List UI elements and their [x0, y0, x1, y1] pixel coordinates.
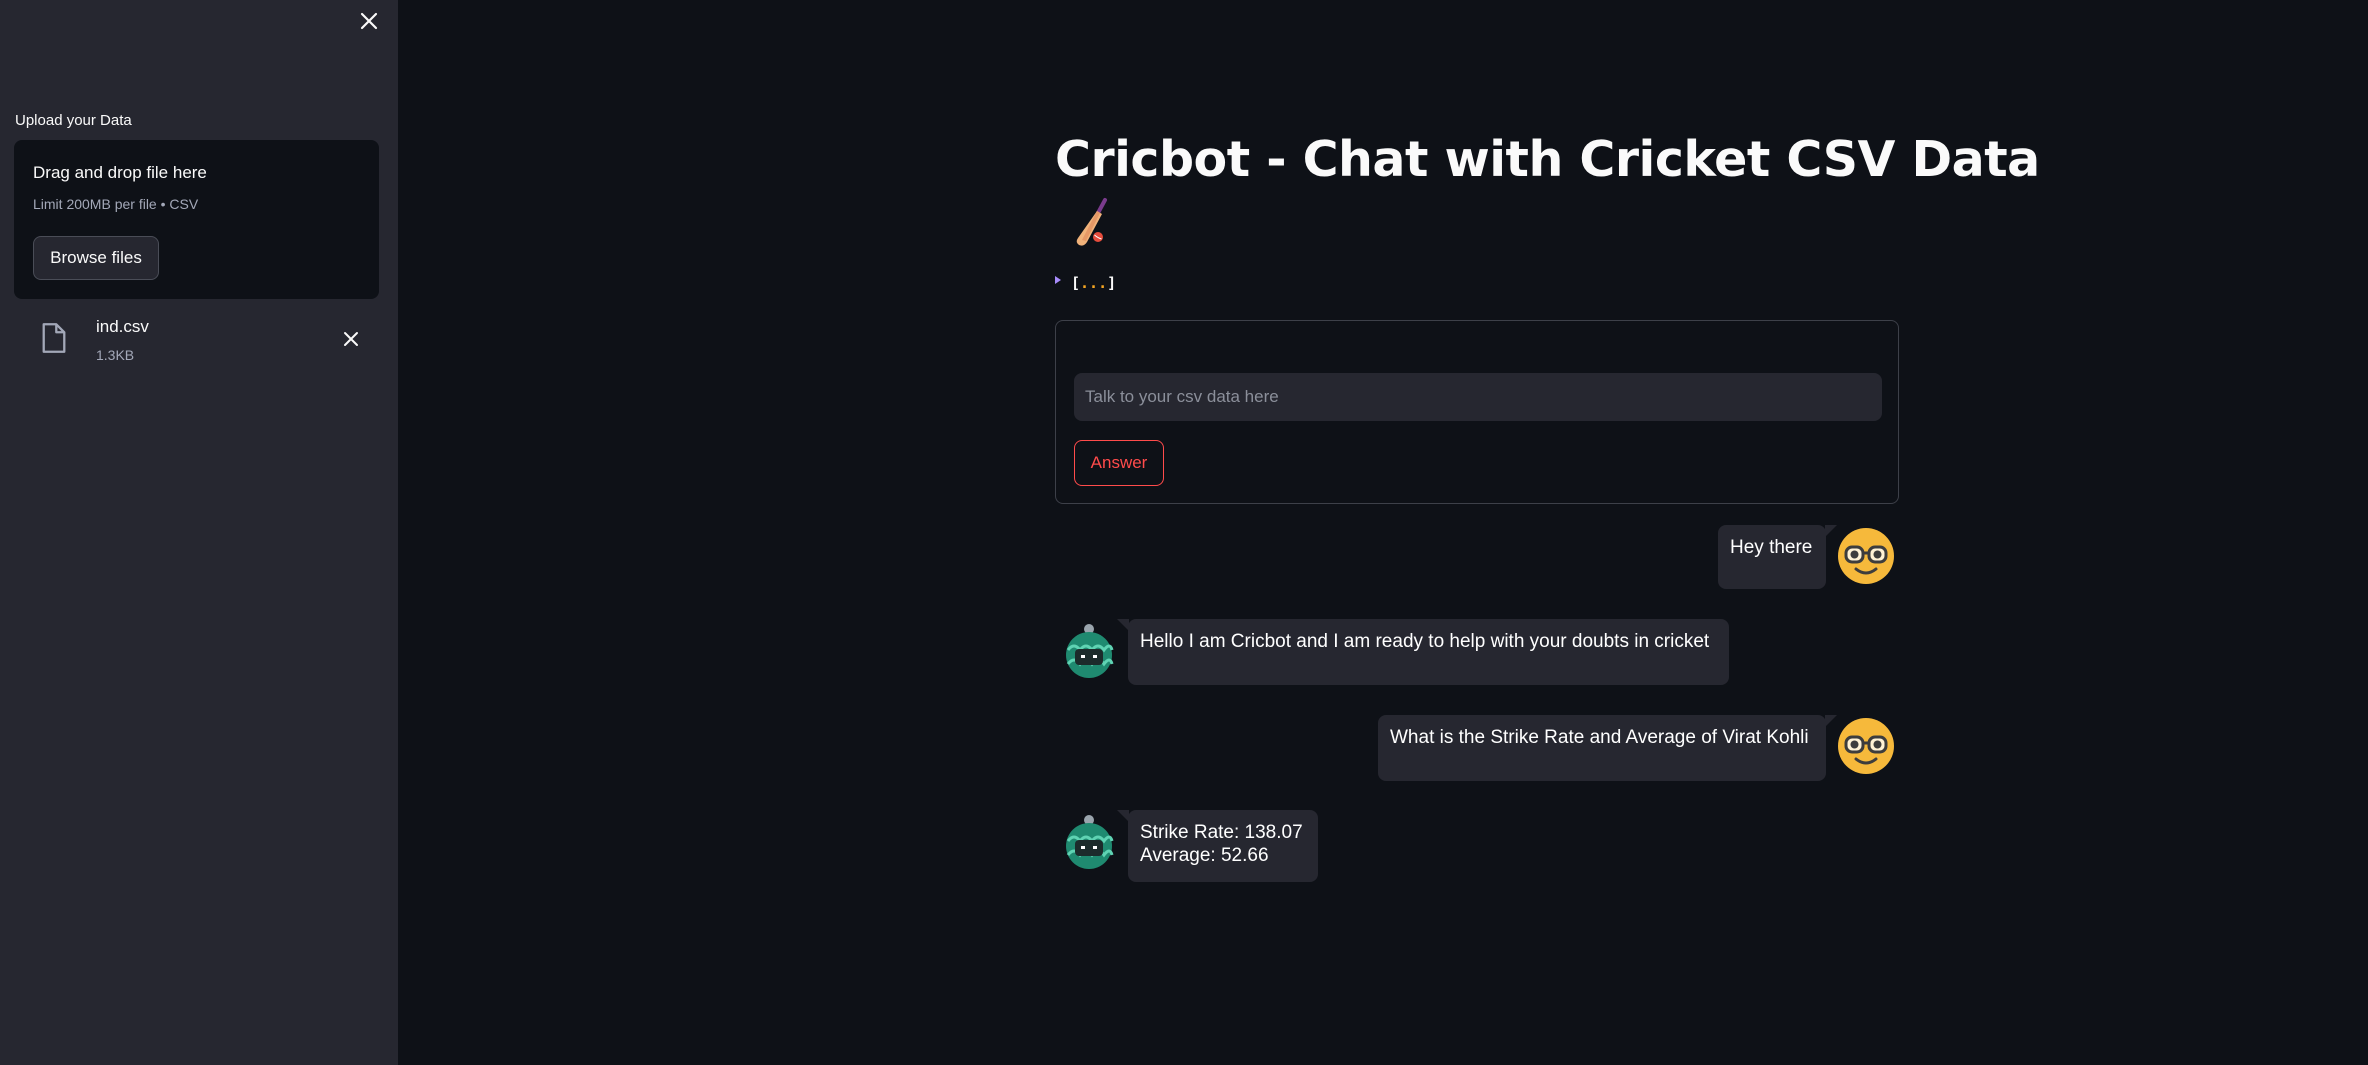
nerd-face-avatar	[1838, 718, 1894, 774]
user-message: Hey there	[1718, 525, 1837, 589]
message-text: What is the Strike Rate and Average of V…	[1390, 727, 1809, 748]
bot-message: Strike Rate: 138.07 Average: 52.66	[1117, 810, 1318, 882]
nerd-face-avatar	[1838, 528, 1894, 584]
file-dropzone[interactable]: Drag and drop file here Limit 200MB per …	[14, 140, 379, 299]
file-icon	[42, 323, 66, 353]
page-title: Cricbot - Chat with Cricket CSV Data	[1055, 131, 2040, 188]
uploaded-file-item: ind.csv 1.3KB	[14, 312, 379, 368]
cricket-bat-icon	[1076, 198, 1107, 246]
message-text: Hello I am Cricbot and I am ready to hel…	[1140, 631, 1710, 652]
user-message: What is the Strike Rate and Average of V…	[1378, 715, 1837, 781]
json-open-bracket: [	[1071, 274, 1081, 292]
expand-arrow-icon	[1055, 276, 1061, 284]
dropzone-limit: Limit 200MB per file • CSV	[33, 196, 199, 212]
dropzone-title: Drag and drop file here	[33, 163, 207, 182]
robot-avatar	[1066, 815, 1114, 869]
file-name: ind.csv	[96, 317, 149, 336]
file-size: 1.3KB	[96, 347, 135, 363]
upload-label: Upload your Data	[15, 112, 132, 129]
chat-input[interactable]	[1074, 373, 1882, 421]
json-ellipsis: ...	[1080, 274, 1108, 292]
message-line: Average: 52.66	[1140, 845, 1269, 866]
answer-button[interactable]: Answer	[1074, 440, 1164, 486]
sidebar-close-button[interactable]	[354, 6, 384, 36]
robot-avatar	[1066, 624, 1114, 678]
message-text: Hey there	[1730, 537, 1813, 558]
close-icon	[344, 332, 358, 346]
json-expander[interactable]: [...]	[1055, 274, 1116, 292]
browse-files-button[interactable]: Browse files	[33, 236, 159, 280]
message-line: Strike Rate: 138.07	[1140, 822, 1303, 843]
remove-file-button[interactable]	[334, 322, 368, 356]
sidebar: Upload your Data Drag and drop file here…	[0, 0, 398, 1065]
close-icon	[360, 12, 378, 30]
chat-form: Answer	[1055, 320, 1899, 504]
json-close-bracket: ]	[1107, 274, 1117, 292]
bot-message: Hello I am Cricbot and I am ready to hel…	[1117, 619, 1729, 685]
